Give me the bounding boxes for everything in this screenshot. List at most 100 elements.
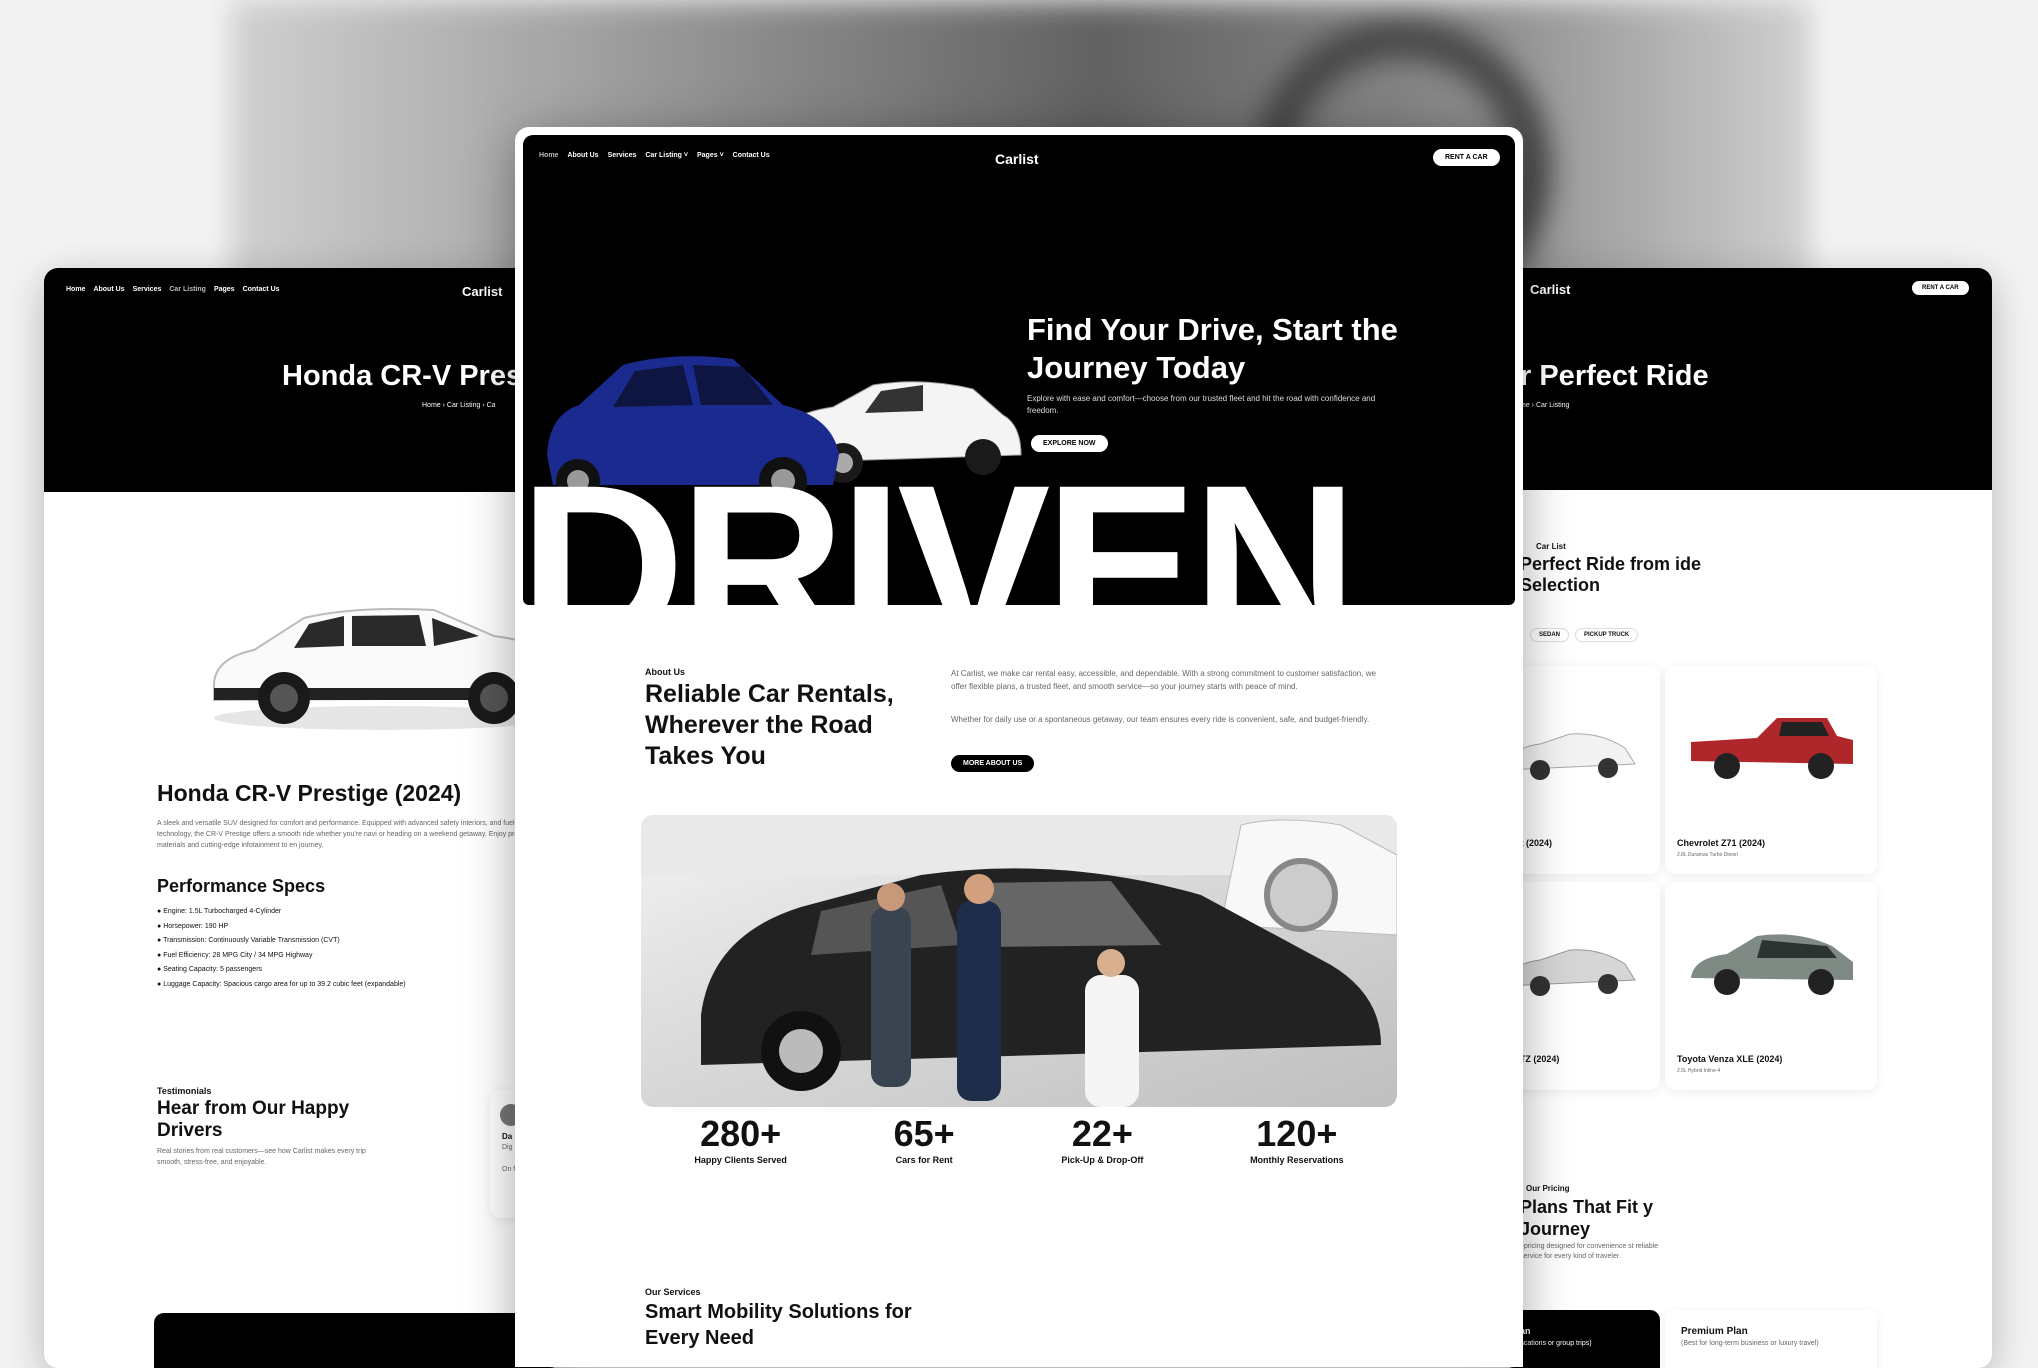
filter-tabs: SEDAN PICKUP TRUCK <box>1530 628 1639 642</box>
spec-item: ● Seating Capacity: 5 passengers <box>157 966 263 974</box>
left-breadcrumb: Home › Car Listing › Ca <box>422 402 496 409</box>
car-description: A sleek and versatile SUV designed for c… <box>157 820 541 849</box>
check-icon: ● <box>157 908 162 915</box>
right-rent-button[interactable]: RENT A CAR <box>1912 281 1969 295</box>
red-truck-image <box>1691 718 1853 779</box>
grey-suv-image <box>1691 934 1853 995</box>
left-nav: Home About Us Services Car Listing Pages… <box>66 286 280 293</box>
specs-list: ● Engine: 1.5L Turbocharged 4-Cylinder ●… <box>157 905 406 993</box>
stat-item: 120+ Monthly Reservations <box>1250 1113 1344 1165</box>
breadcrumb-home[interactable]: Home <box>422 402 441 409</box>
home-page-mockup: Home About Us Services Car Listing ˅ Pag… <box>515 127 1523 1367</box>
hero-text: Explore with ease and comfort—choose fro… <box>1027 394 1376 415</box>
pricing-text: t pricing designed for convenience st re… <box>1520 1243 1659 1260</box>
hero-section: Home About Us Services Car Listing ˅ Pag… <box>523 135 1515 605</box>
about-title: Reliable Car Rentals, Wherever the Road … <box>645 680 894 770</box>
stat-item: 65+ Cars for Rent <box>894 1113 955 1165</box>
stat-value: 280+ <box>700 1113 782 1154</box>
stat-label: Happy Clients Served <box>694 1155 787 1165</box>
filter-sedan[interactable]: SEDAN <box>1530 628 1570 642</box>
left-header: Home About Us Services Car Listing Pages… <box>44 268 564 492</box>
car-name: Chevrolet Z71 (2024) <box>1677 838 1766 848</box>
filter-pickup[interactable]: PICKUP TRUCK <box>1575 628 1639 642</box>
nav-services[interactable]: Services <box>133 286 162 293</box>
nav-contact[interactable]: Contact Us <box>243 286 280 293</box>
check-icon: ● <box>157 951 162 959</box>
breadcrumb-car-listing[interactable]: Car Listing <box>447 402 480 409</box>
car-name: Toyota Venza XLE (2024) <box>1677 1054 1783 1064</box>
car-list-title: Perfect Ride from ide Selection <box>1520 554 1702 595</box>
services-title: Smart Mobility Solutions for Every Need <box>645 1301 912 1349</box>
spec-item: ● Horsepower: 190 HP <box>157 922 229 930</box>
reviewer-name: Da <box>502 1132 513 1141</box>
right-page-title: r Perfect Ride <box>1520 360 1709 392</box>
check-icon: ● <box>157 922 162 930</box>
testimonials-title: Hear from Our Happy Drivers <box>157 1098 350 1141</box>
check-icon: ● <box>157 937 162 945</box>
spec-item: ● Luggage Capacity: Spacious cargo area … <box>157 980 406 988</box>
nav-home[interactable]: Home <box>539 152 558 159</box>
showroom-scene <box>641 815 1397 1107</box>
about-label: About Us <box>645 667 685 677</box>
more-about-us-button[interactable]: MORE ABOUT US <box>951 755 1035 772</box>
right-header: Carlist RENT A CAR r Perfect Ride me › C… <box>1500 268 1992 490</box>
about-paragraph-2: Whether for daily use or a spontaneous g… <box>951 715 1370 724</box>
car-card[interactable]: ala LTZ (2024) <box>1500 882 1660 1090</box>
stat-label: Cars for Rent <box>895 1155 953 1165</box>
car-card[interactable]: Chevrolet Z71 (2024) 2.8L Duramax Turbo … <box>1665 666 1877 874</box>
services-label: Our Services <box>645 1287 701 1297</box>
center-nav: Home About Us Services Car Listing ˅ Pag… <box>539 152 770 159</box>
stat-label: Pick-Up & Drop-Off <box>1061 1155 1144 1165</box>
left-logo[interactable]: Carlist <box>462 284 502 299</box>
rent-car-button[interactable]: RENT A CAR <box>1433 149 1500 166</box>
stats-row: 280+ Happy Clients Served 65+ Cars for Ren… <box>641 1113 1397 1165</box>
nav-about[interactable]: About Us <box>93 286 124 293</box>
car-card[interactable]: Toyota Venza XLE (2024) 2.5L Hybrid Inli… <box>1665 882 1877 1090</box>
nav-pages[interactable]: Pages ˅ <box>697 152 724 159</box>
check-icon: ● <box>157 980 162 988</box>
hero-title: Find Your Drive, Start the Journey Today <box>1027 312 1398 385</box>
explore-now-button[interactable]: EXPLORE NOW <box>1031 435 1108 452</box>
car-card[interactable]: Sport (2024) -4 <box>1500 666 1660 874</box>
breadcrumb-current: Ca <box>486 402 496 409</box>
specs-title: Performance Specs <box>157 876 326 896</box>
check-icon: ● <box>157 966 162 974</box>
chevron-down-icon: ˅ <box>719 152 724 159</box>
stat-item: 280+ Happy Clients Served <box>694 1113 787 1165</box>
pricing-label: Our Pricing <box>1526 1184 1570 1193</box>
right-logo[interactable]: Carlist <box>1530 282 1570 297</box>
chevron-down-icon: ˅ <box>683 152 688 159</box>
spec-item: ● Fuel Efficiency: 28 MPG City / 34 MPG … <box>157 951 313 959</box>
left-page-title: Honda CR-V Pres <box>282 360 523 392</box>
nav-contact[interactable]: Contact Us <box>733 152 770 159</box>
showroom-photo <box>641 815 1397 1107</box>
nav-services[interactable]: Services <box>608 152 637 159</box>
nav-car-listing[interactable]: Car Listing <box>169 286 206 293</box>
testimonials-text: Real stories from real customers—see how… <box>157 1148 366 1166</box>
nav-pages[interactable]: Pages <box>214 286 235 293</box>
pricing-title: Plans That Fit y Journey <box>1520 1197 1654 1239</box>
stat-value: 65+ <box>893 1113 955 1154</box>
nav-about[interactable]: About Us <box>567 152 598 159</box>
spec-item: ● Engine: 1.5L Turbocharged 4-Cylinder <box>157 908 282 915</box>
nav-car-listing[interactable]: Car Listing ˅ <box>645 152 688 159</box>
driven-wordmark: DRIVEN <box>533 451 1358 605</box>
car-detail-page-mockup: Home About Us Services Car Listing Pages… <box>44 268 564 1368</box>
stat-label: Monthly Reservations <box>1250 1155 1344 1165</box>
stat-item: 22+ Pick-Up & Drop-Off <box>1061 1113 1143 1165</box>
car-title: Honda CR-V Prestige (2024) <box>157 780 462 806</box>
center-logo[interactable]: Carlist <box>995 151 1039 167</box>
plan-desc: acations or group trips) <box>1520 1340 1592 1347</box>
white-suv-image <box>213 608 564 730</box>
reviewer-role: Dig <box>502 1144 513 1151</box>
car-engine: 2.5L Hybrid Inline-4 <box>1677 1068 1721 1074</box>
spec-item: ● Transmission: Continuously Variable Tr… <box>157 937 340 945</box>
plan-desc: (Best for long-term business or luxury t… <box>1681 1340 1819 1347</box>
plan-card-dark[interactable]: an acations or group trips) <box>1500 1310 1660 1368</box>
right-breadcrumb: me › Car Listing <box>1520 402 1570 409</box>
nav-home[interactable]: Home <box>66 286 85 293</box>
car-engine: 2.8L Duramax Turbo Diesel <box>1677 852 1738 858</box>
plan-card-premium[interactable]: Premium Plan (Best for long-term busines… <box>1665 1310 1877 1368</box>
left-dark-section <box>154 1313 564 1368</box>
about-paragraph-1: At Carlist, we make car rental easy, acc… <box>951 669 1376 691</box>
